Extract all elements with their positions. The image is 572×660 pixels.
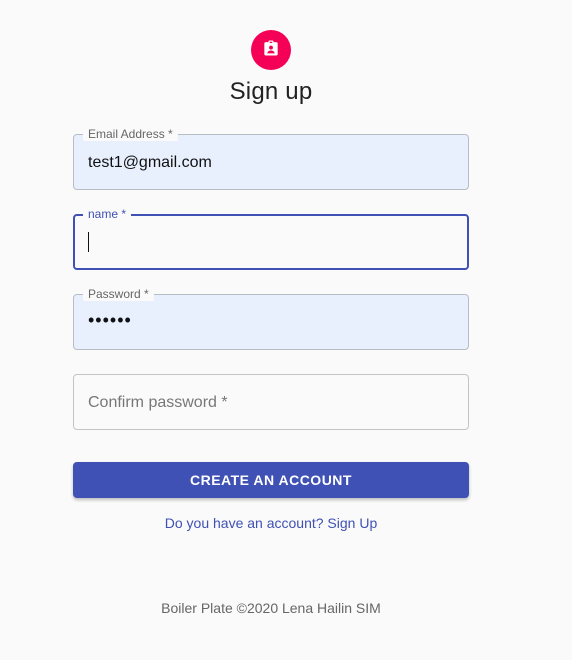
contact-badge-icon	[261, 38, 281, 63]
confirm-password-field[interactable]: Confirm password *	[73, 374, 469, 430]
footer-copyright: Boiler Plate ©2020 Lena Hailin SIM	[161, 600, 381, 616]
email-field-value[interactable]: test1@gmail.com	[88, 153, 212, 173]
avatar	[251, 30, 291, 70]
email-field[interactable]: Email Address * test1@gmail.com	[73, 127, 469, 190]
password-field-label: Password *	[83, 287, 154, 301]
signup-page: Sign up Email Address * test1@gmail.com …	[0, 0, 572, 660]
password-field[interactable]: Password * ••••••	[73, 287, 469, 350]
text-caret	[88, 232, 89, 252]
name-field[interactable]: name *	[73, 207, 469, 270]
email-field-label: Email Address *	[83, 127, 178, 141]
confirm-password-placeholder: Confirm password *	[88, 394, 228, 411]
create-account-button[interactable]: CREATE AN ACCOUNT	[73, 462, 469, 498]
sign-in-link[interactable]: Do you have an account? Sign Up	[73, 515, 469, 531]
name-field-label: name *	[83, 207, 132, 221]
page-title: Sign up	[229, 78, 313, 105]
password-field-value[interactable]: ••••••	[88, 310, 132, 330]
